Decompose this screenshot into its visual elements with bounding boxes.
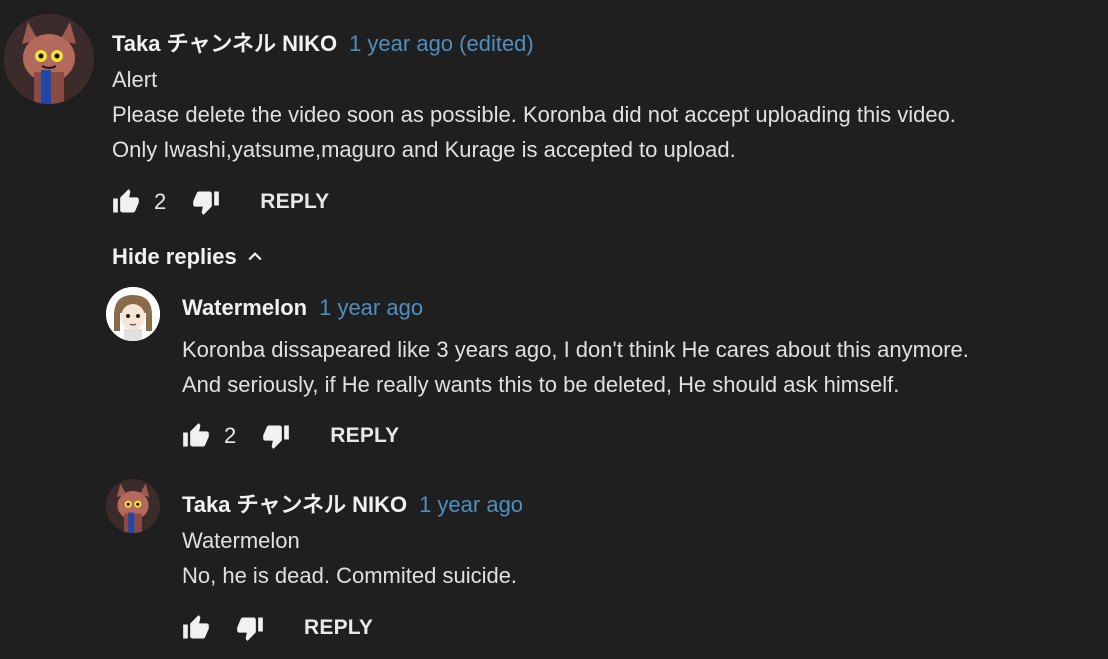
comment-body: Alert Please delete the video soon as po…: [112, 62, 956, 167]
avatar-taka[interactable]: [106, 479, 160, 533]
reply-author[interactable]: Taka チャンネル NIKO: [182, 492, 407, 517]
thumb-up-icon[interactable]: [112, 188, 140, 216]
thumb-up-icon[interactable]: [182, 422, 210, 450]
reply-line: Koronba dissapeared like 3 years ago, I …: [182, 337, 969, 362]
avatar-watermelon[interactable]: [106, 287, 160, 341]
comment-line: Please delete the video soon as possible…: [112, 102, 956, 127]
comment-line: Alert: [112, 67, 158, 92]
reply-line: No, he is dead. Commited suicide.: [182, 563, 518, 588]
reply-line: Watermelon: [182, 528, 300, 553]
thumb-up-icon[interactable]: [182, 614, 210, 642]
reply-button[interactable]: REPLY: [260, 190, 329, 214]
reply-button[interactable]: REPLY: [330, 424, 399, 448]
comment-actions: 2 REPLY: [112, 188, 329, 216]
comment-header: Taka チャンネル NIKO 1 year ago (edited): [112, 26, 534, 58]
thumb-down-icon[interactable]: [236, 614, 264, 642]
reply-line: And seriously, if He really wants this t…: [182, 372, 900, 397]
comment-author[interactable]: Taka チャンネル NIKO: [112, 31, 337, 56]
thumb-down-icon[interactable]: [262, 422, 290, 450]
avatar-taka[interactable]: [4, 14, 94, 104]
reply-body: Koronba dissapeared like 3 years ago, I …: [182, 332, 969, 402]
reply-timestamp[interactable]: 1 year ago: [319, 295, 423, 320]
reply-header: Taka チャンネル NIKO 1 year ago: [182, 487, 523, 519]
hide-replies-button[interactable]: Hide replies: [112, 244, 265, 270]
reply-timestamp[interactable]: 1 year ago: [419, 492, 523, 517]
comment-line: Only Iwashi,yatsume,maguro and Kurage is…: [112, 137, 736, 162]
reply-body: Watermelon No, he is dead. Commited suic…: [182, 523, 517, 593]
reply-author[interactable]: Watermelon: [182, 295, 307, 320]
hide-replies-label: Hide replies: [112, 244, 237, 269]
like-count: 2: [154, 189, 167, 214]
chevron-up-icon: [248, 252, 262, 261]
comment-timestamp[interactable]: 1 year ago (edited): [349, 31, 534, 56]
thumb-down-icon[interactable]: [192, 188, 220, 216]
reply-button[interactable]: REPLY: [304, 616, 373, 640]
like-count: 2: [224, 423, 237, 448]
reply-actions: REPLY: [182, 614, 373, 642]
reply-header: Watermelon 1 year ago: [182, 295, 423, 321]
reply-actions: 2 REPLY: [182, 422, 399, 450]
